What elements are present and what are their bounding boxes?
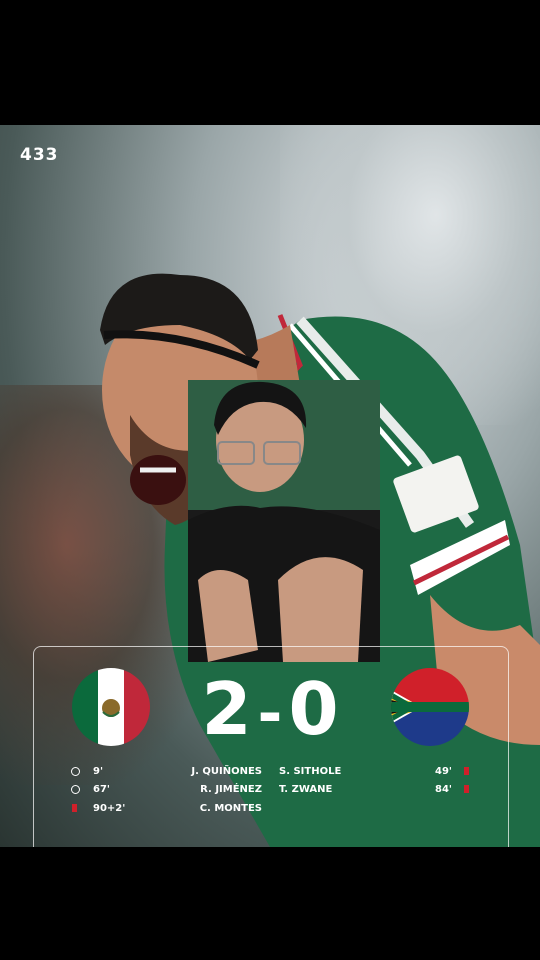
home-event-minute: 9' — [93, 766, 104, 777]
goal-ball-icon — [71, 767, 80, 776]
red-card-icon — [464, 785, 469, 793]
home-event-minute: 67' — [93, 784, 110, 795]
brand-logo: 433 — [20, 145, 59, 165]
red-card-icon — [464, 767, 469, 775]
red-card-icon — [72, 804, 77, 812]
away-event-minute: 49' — [435, 766, 452, 777]
south-africa-flag-icon — [391, 668, 469, 746]
home-event-player: R. JIMÉNEZ — [200, 784, 262, 795]
goal-ball-icon — [71, 785, 80, 794]
away-event-minute: 84' — [435, 784, 452, 795]
reactor-video-overlay — [188, 380, 380, 662]
away-event-player: S. SITHOLE — [279, 766, 342, 777]
mexico-flag-icon — [72, 668, 150, 746]
home-event-player: J. QUIÑONES — [191, 766, 262, 777]
reactor-person — [188, 380, 380, 662]
away-event-player: T. ZWANE — [279, 784, 333, 795]
home-score: 2 — [201, 667, 252, 751]
match-score: 2 -0 — [180, 670, 360, 753]
home-event-player: C. MONTES — [199, 803, 262, 814]
away-score: 0 — [288, 667, 339, 751]
score-separator: - — [257, 679, 283, 749]
home-event-minute: 90+2' — [93, 803, 126, 814]
